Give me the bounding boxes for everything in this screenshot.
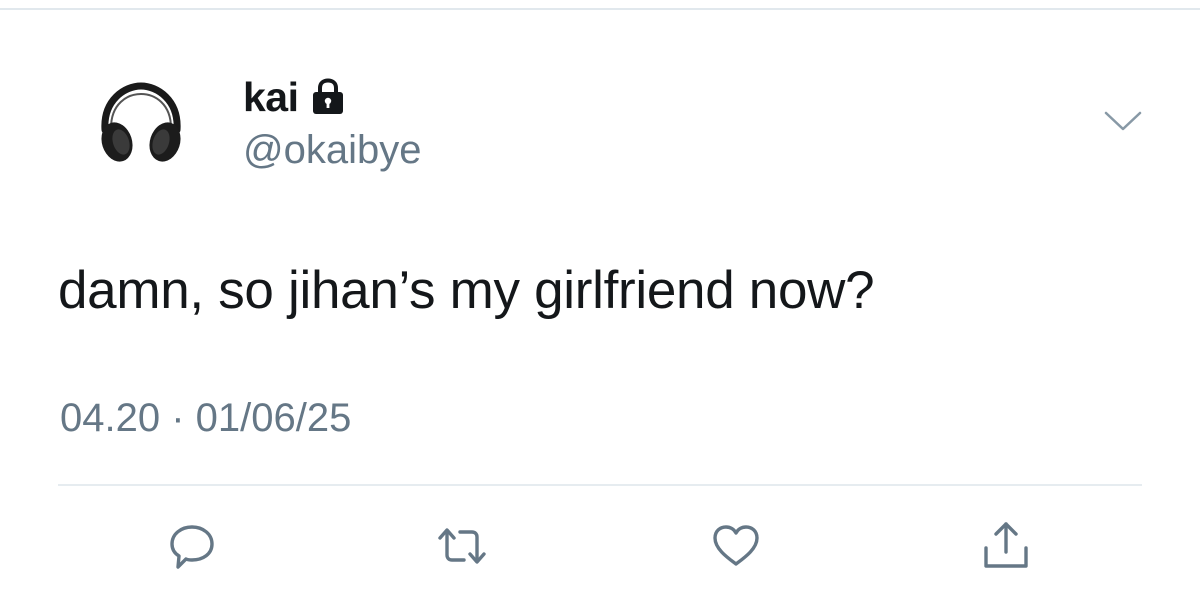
retweet-icon	[438, 528, 486, 564]
chevron-down-icon[interactable]	[1102, 108, 1144, 134]
retweet-button[interactable]	[434, 518, 490, 574]
display-name[interactable]: kai	[243, 76, 299, 118]
tweet-page: kai @okaibye damn, so jihan’s my girlfri…	[0, 0, 1200, 605]
author-name-row[interactable]: kai	[243, 72, 345, 122]
actions-divider	[58, 484, 1142, 486]
headphones-avatar-icon	[101, 82, 181, 162]
tweet-text: damn, so jihan’s my girlfriend now?	[58, 261, 875, 320]
tweet-timestamp[interactable]: 04.20 · 01/06/25	[60, 398, 351, 438]
avatar[interactable]	[95, 78, 187, 170]
share-button[interactable]	[978, 518, 1034, 574]
top-divider	[0, 8, 1200, 10]
reply-button[interactable]	[164, 518, 220, 574]
reply-icon	[170, 525, 214, 569]
like-button[interactable]	[708, 518, 764, 574]
share-icon	[984, 522, 1028, 568]
author-handle[interactable]: @okaibye	[243, 130, 421, 170]
heart-icon	[713, 525, 759, 566]
lock-icon	[312, 78, 343, 114]
